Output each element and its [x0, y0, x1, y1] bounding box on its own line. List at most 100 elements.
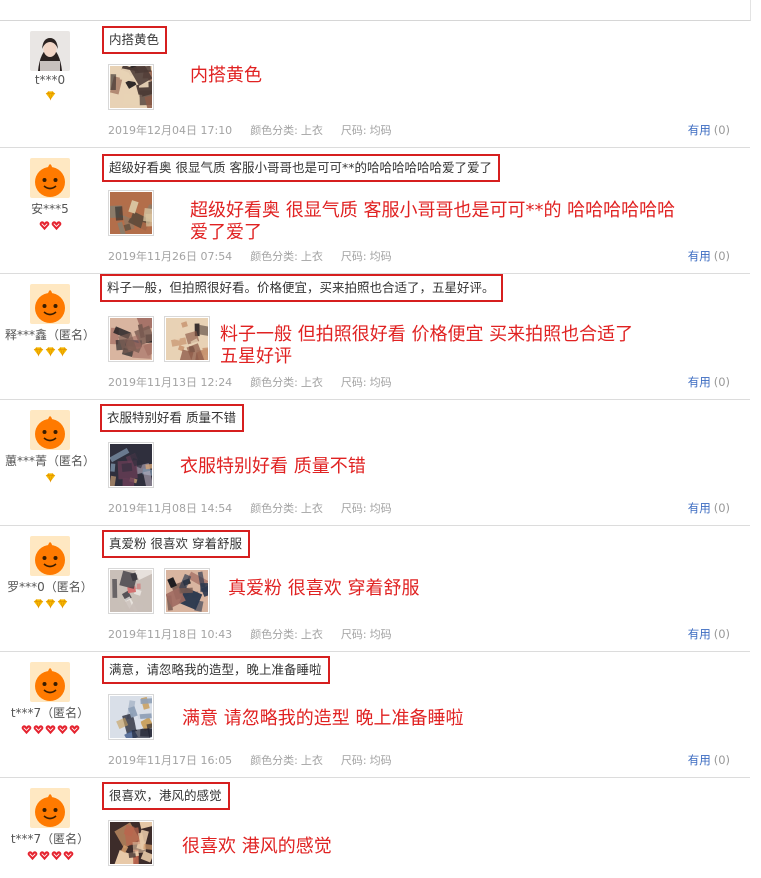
reviewer-level-badges [0, 598, 100, 610]
review-item: 蕙***菁（匿名） 衣服特别好看 质量不错 衣服特别好看 质量不错 2019年11月0… [0, 400, 750, 526]
review-photo-thumbnail[interactable] [108, 190, 154, 236]
reviewer-name[interactable]: 安***5 [0, 200, 100, 217]
color-category: 颜色分类: 上衣 [250, 376, 323, 389]
diamond-icon [45, 599, 55, 609]
helpful-button[interactable]: 有用 [688, 375, 711, 389]
size-info: 尺码: 均码 [341, 628, 392, 641]
review-photo-thumbnail[interactable] [108, 568, 154, 614]
review-item: 释***鑫（匿名） 料子一般，但拍照很好看。价格便宜，买来拍照也合适了，五星好评。… [0, 274, 750, 400]
review-item: 罗***0（匿名） 真爱粉 很喜欢 穿着舒服 真爱粉 很喜欢 穿着舒服 2019年11… [0, 526, 750, 652]
review-meta: 2019年12月04日 17:10 颜色分类: 上衣 尺码: 均码 [108, 122, 410, 138]
annotation-text: 满意 请忽略我的造型 晚上准备睡啦 [182, 708, 463, 730]
size-value: 均码 [369, 502, 392, 515]
review-date: 2019年12月04日 17:10 [108, 124, 233, 137]
helpful-button[interactable]: 有用 [688, 249, 711, 263]
review-date: 2019年11月18日 10:43 [108, 628, 233, 641]
annotation-line: 爱了爱了 [190, 222, 262, 243]
reviewer-name[interactable]: t***7（匿名） [0, 830, 100, 847]
diamond-icon [33, 599, 43, 609]
helpful-count: (0) [713, 501, 730, 515]
size-value: 均码 [369, 124, 392, 137]
helpful-vote: 有用 (0) [688, 752, 730, 768]
review-meta: 2019年11月08日 14:54 颜色分类: 上衣 尺码: 均码 [108, 500, 410, 516]
diamond-icon [57, 347, 67, 357]
avatar[interactable] [30, 662, 70, 702]
avatar[interactable] [30, 284, 70, 324]
annotation-line: 满意 请忽略我的造型 晚上准备睡啦 [182, 708, 464, 729]
reviewer-level-badges [0, 724, 100, 736]
avatar[interactable] [30, 536, 70, 576]
reviewer-name[interactable]: 蕙***菁（匿名） [0, 452, 100, 469]
heart-icon [51, 221, 61, 231]
helpful-button[interactable]: 有用 [688, 501, 711, 515]
helpful-vote: 有用 (0) [688, 626, 730, 642]
color-category-label: 颜色分类: [250, 250, 298, 263]
review-photos [108, 316, 210, 362]
avatar[interactable] [30, 31, 70, 71]
color-category: 颜色分类: 上衣 [250, 628, 323, 641]
review-photo-thumbnail[interactable] [108, 694, 154, 740]
annotation-text: 很喜欢 港风的感觉 [182, 836, 332, 858]
annotation-line: 真爱粉 很喜欢 穿着舒服 [228, 578, 420, 599]
review-photo-thumbnail[interactable] [164, 316, 210, 362]
color-category-value: 上衣 [300, 250, 323, 263]
reviewer-level-badges [0, 90, 100, 102]
diamond-icon [57, 599, 67, 609]
orange-mascot-icon [30, 284, 70, 324]
avatar[interactable] [30, 410, 70, 450]
avatar[interactable] [30, 158, 70, 198]
helpful-vote: 有用 (0) [688, 248, 730, 264]
orange-mascot-icon [30, 158, 70, 198]
annotation-text: 衣服特别好看 质量不错 [180, 456, 366, 478]
reviewer-name[interactable]: 释***鑫（匿名） [0, 326, 100, 343]
reviewer-info: 安***5 [0, 158, 100, 232]
reviewer-level-badges [0, 472, 100, 484]
review-photo-thumbnail[interactable] [108, 820, 154, 866]
reviewer-level-badges [0, 850, 100, 862]
review-meta: 2019年11月18日 10:43 颜色分类: 上衣 尺码: 均码 [108, 626, 410, 642]
reviewer-name[interactable]: t***7（匿名） [0, 704, 100, 721]
review-date: 2019年11月17日 16:05 [108, 754, 233, 767]
review-date: 2019年11月08日 14:54 [108, 502, 233, 515]
orange-mascot-icon [30, 788, 70, 828]
review-photo-thumbnail[interactable] [108, 64, 154, 110]
avatar[interactable] [30, 788, 70, 828]
color-category: 颜色分类: 上衣 [250, 124, 323, 137]
reviewer-info: t***0 [0, 31, 100, 102]
reviewer-info: 蕙***菁（匿名） [0, 410, 100, 484]
helpful-count: (0) [713, 375, 730, 389]
reviewer-name[interactable]: t***0 [0, 73, 100, 87]
helpful-count: (0) [713, 249, 730, 263]
size-info: 尺码: 均码 [341, 502, 392, 515]
orange-mascot-icon [30, 410, 70, 450]
diamond-icon [33, 347, 43, 357]
review-photo-thumbnail[interactable] [108, 442, 154, 488]
review-photos [108, 820, 154, 866]
orange-mascot-icon [30, 536, 70, 576]
color-category-value: 上衣 [300, 754, 323, 767]
helpful-button[interactable]: 有用 [688, 753, 711, 767]
color-category-value: 上衣 [300, 376, 323, 389]
review-meta: 2019年11月26日 07:54 颜色分类: 上衣 尺码: 均码 [108, 248, 410, 264]
heart-icon [51, 851, 61, 861]
color-category-label: 颜色分类: [250, 502, 298, 515]
size-value: 均码 [369, 376, 392, 389]
review-comment: 超级好看奥 很显气质 客服小哥哥也是可可**的哈哈哈哈哈哈爱了爱了 [102, 154, 500, 182]
reviewer-level-badges [0, 346, 100, 358]
review-photo-thumbnail[interactable] [108, 316, 154, 362]
review-photos [108, 442, 154, 488]
reviewer-name[interactable]: 罗***0（匿名） [0, 578, 100, 595]
size-label: 尺码: [340, 124, 367, 137]
helpful-count: (0) [713, 123, 730, 137]
helpful-button[interactable]: 有用 [688, 123, 711, 137]
helpful-button[interactable]: 有用 [688, 627, 711, 641]
reviewer-info: t***7（匿名） [0, 662, 100, 736]
review-item: 安***5 超级好看奥 很显气质 客服小哥哥也是可可**的哈哈哈哈哈哈爱了爱了 超级… [0, 148, 750, 274]
helpful-vote: 有用 (0) [688, 122, 730, 138]
color-category-label: 颜色分类: [250, 628, 298, 641]
review-photo-thumbnail[interactable] [164, 568, 210, 614]
size-value: 均码 [369, 628, 392, 641]
heart-icon [57, 725, 67, 735]
size-label: 尺码: [340, 502, 367, 515]
color-category: 颜色分类: 上衣 [250, 754, 323, 767]
